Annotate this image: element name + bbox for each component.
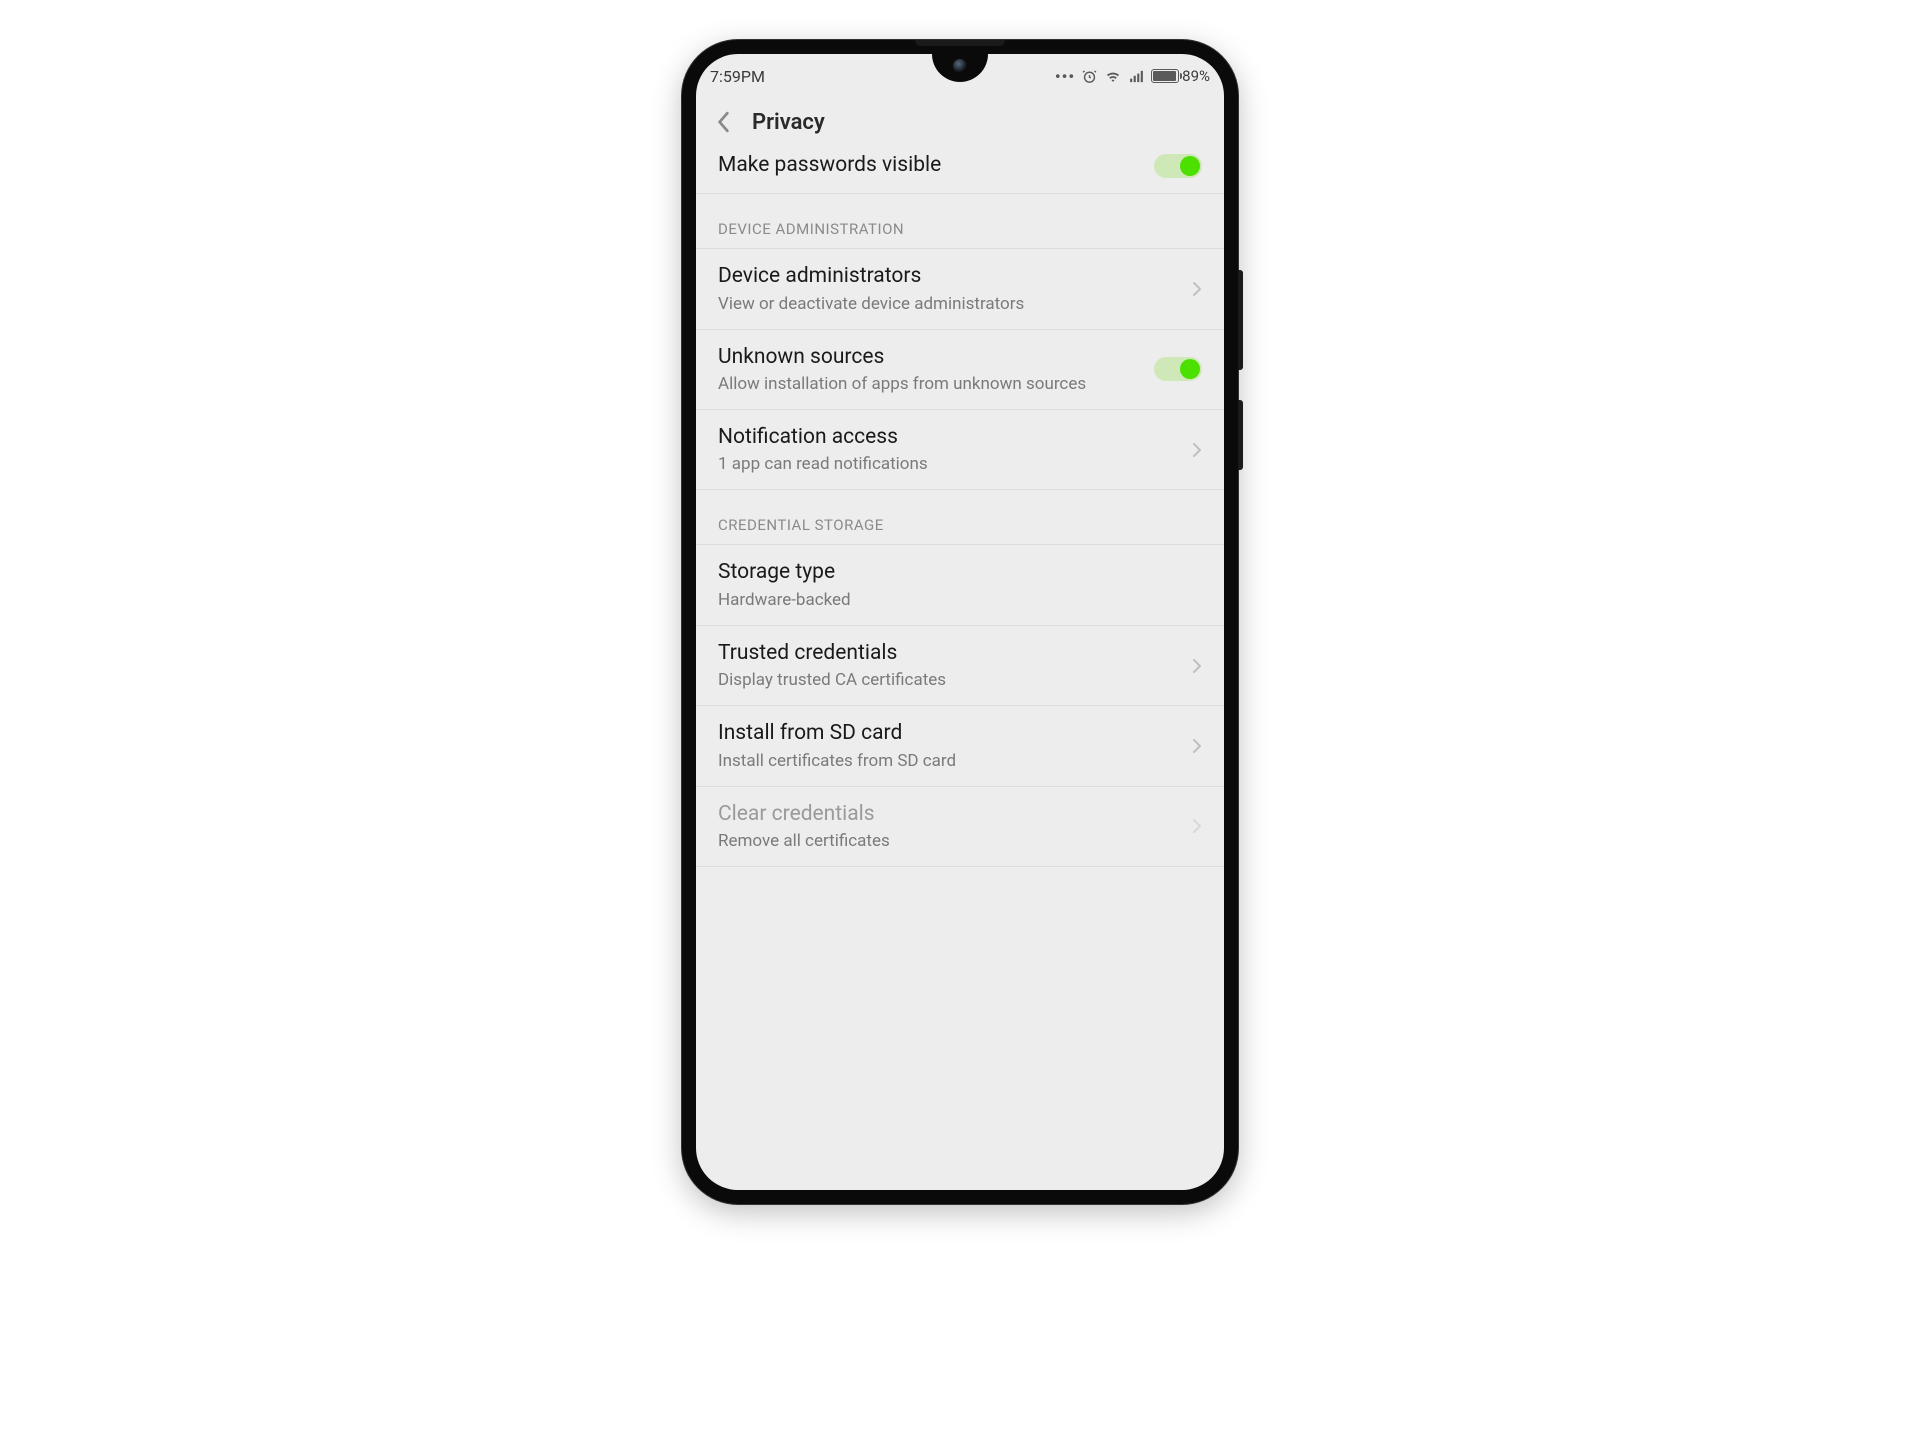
front-camera bbox=[953, 59, 967, 73]
row-subtitle: Display trusted CA certificates bbox=[718, 669, 1180, 691]
signal-icon bbox=[1128, 68, 1145, 85]
power-button bbox=[1238, 400, 1243, 470]
chevron-right-icon bbox=[1192, 281, 1202, 297]
chevron-right-icon bbox=[1192, 818, 1202, 834]
battery-icon bbox=[1151, 69, 1179, 83]
chevron-right-icon bbox=[1192, 738, 1202, 754]
volume-button bbox=[1238, 270, 1243, 370]
row-device-administrators[interactable]: Device administrators View or deactivate… bbox=[696, 249, 1224, 329]
more-icon: ••• bbox=[1055, 67, 1075, 86]
toggle-passwords-visible[interactable] bbox=[1154, 154, 1202, 178]
row-notification-access[interactable]: Notification access 1 app can read notif… bbox=[696, 410, 1224, 490]
chevron-right-icon bbox=[1192, 658, 1202, 674]
row-subtitle: Remove all certificates bbox=[718, 830, 1180, 852]
battery-percent: 89% bbox=[1182, 67, 1210, 85]
row-subtitle: View or deactivate device administrators bbox=[718, 293, 1180, 315]
settings-list[interactable]: Make passwords visible DEVICE ADMINISTRA… bbox=[696, 150, 1224, 867]
back-button[interactable] bbox=[714, 112, 734, 132]
toggle-thumb bbox=[1180, 359, 1200, 379]
row-subtitle: 1 app can read notifications bbox=[718, 453, 1180, 475]
battery-indicator: 89% bbox=[1151, 67, 1210, 85]
row-subtitle: Hardware-backed bbox=[718, 589, 1202, 611]
phone-screen: 7:59PM ••• 89% bbox=[696, 54, 1224, 1190]
phone-frame: 7:59PM ••• 89% bbox=[682, 40, 1238, 1204]
row-clear-credentials[interactable]: Clear credentials Remove all certificate… bbox=[696, 787, 1224, 867]
phone-speaker bbox=[915, 40, 1005, 46]
status-time: 7:59PM bbox=[710, 67, 765, 86]
toggle-unknown-sources[interactable] bbox=[1154, 357, 1202, 381]
row-title: Unknown sources bbox=[718, 344, 1142, 371]
row-trusted-credentials[interactable]: Trusted credentials Display trusted CA c… bbox=[696, 626, 1224, 706]
row-unknown-sources[interactable]: Unknown sources Allow installation of ap… bbox=[696, 330, 1224, 410]
row-title: Clear credentials bbox=[718, 801, 1180, 828]
row-make-passwords-visible[interactable]: Make passwords visible bbox=[696, 150, 1224, 194]
wifi-icon bbox=[1104, 67, 1122, 85]
row-subtitle: Allow installation of apps from unknown … bbox=[718, 373, 1142, 395]
row-subtitle: Install certificates from SD card bbox=[718, 750, 1180, 772]
section-credential-storage: CREDENTIAL STORAGE bbox=[696, 490, 1224, 545]
row-title: Device administrators bbox=[718, 263, 1180, 290]
status-right: ••• 89% bbox=[1055, 67, 1210, 86]
page-title: Privacy bbox=[752, 110, 825, 135]
toggle-thumb bbox=[1180, 156, 1200, 176]
chevron-right-icon bbox=[1192, 442, 1202, 458]
row-storage-type[interactable]: Storage type Hardware-backed bbox=[696, 545, 1224, 625]
row-title: Storage type bbox=[718, 559, 1202, 586]
row-title: Trusted credentials bbox=[718, 640, 1180, 667]
row-title: Notification access bbox=[718, 424, 1180, 451]
page-header: Privacy bbox=[696, 94, 1224, 150]
row-title: Make passwords visible bbox=[718, 152, 1142, 179]
row-install-from-sd-card[interactable]: Install from SD card Install certificate… bbox=[696, 706, 1224, 786]
row-title: Install from SD card bbox=[718, 720, 1180, 747]
section-device-administration: DEVICE ADMINISTRATION bbox=[696, 194, 1224, 249]
alarm-icon bbox=[1081, 68, 1098, 85]
